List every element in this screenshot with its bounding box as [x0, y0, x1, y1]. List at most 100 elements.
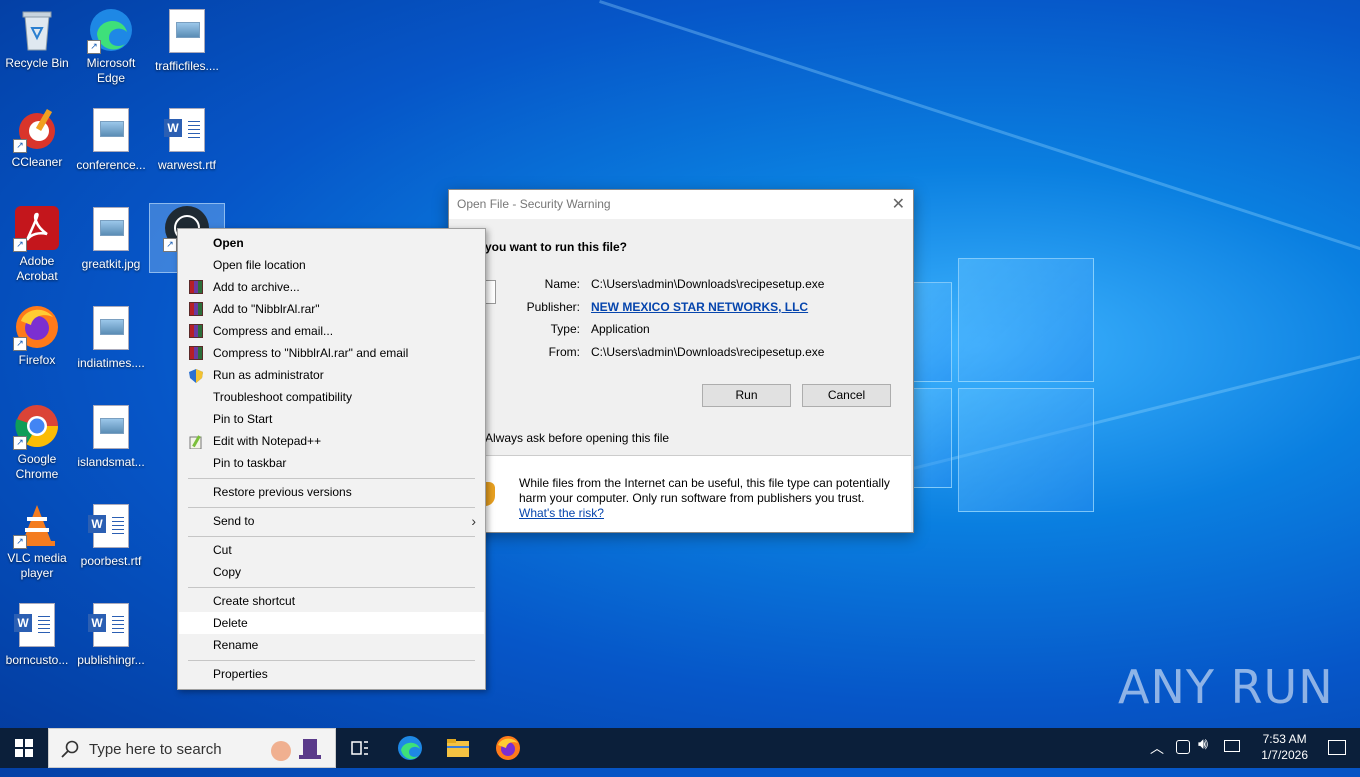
show-hidden-icons-chevron-up-icon[interactable]: ︿ — [1150, 738, 1164, 758]
shortcut-arrow-icon: ↗ — [13, 337, 27, 351]
menu-separator — [188, 587, 475, 588]
word-document-icon: W — [87, 504, 135, 552]
desktop-icon-recycle-bin[interactable]: Recycle Bin — [0, 6, 74, 71]
menu-item-label: Troubleshoot compatibility — [213, 390, 352, 404]
menu-item-pin-to-taskbar[interactable]: Pin to taskbar — [179, 452, 484, 474]
desktop-icon-trafficfiles[interactable]: trafficfiles.... — [150, 6, 224, 74]
close-icon[interactable]: ✕ — [892, 190, 905, 219]
clock-time: 7:53 AM — [1262, 732, 1307, 746]
always-ask-label: Always ask before opening this file — [485, 431, 670, 445]
desktop-icon-label: borncusto... — [5, 653, 69, 667]
start-button[interactable] — [0, 728, 48, 768]
desktop-icon-firefox[interactable]: ↗ Firefox — [0, 303, 74, 368]
name-label: Name: — [544, 277, 580, 291]
menu-item-label: Delete — [213, 616, 248, 630]
menu-item-label: Open — [213, 236, 244, 250]
shortcut-arrow-icon: ↗ — [13, 238, 27, 252]
menu-item-label: Edit with Notepad++ — [213, 434, 322, 448]
uac-shield-icon — [189, 368, 203, 383]
desktop-icon-label: VLC media player — [7, 551, 67, 580]
menu-item-create-shortcut[interactable]: Create shortcut — [179, 590, 484, 612]
menu-item-label: Pin to Start — [213, 412, 273, 426]
menu-item-open[interactable]: Open — [179, 232, 484, 254]
taskbar-search-box[interactable]: Type here to search — [48, 728, 336, 768]
menu-item-label: Properties — [213, 667, 268, 681]
menu-item-restore-previous-versions[interactable]: Restore previous versions — [179, 481, 484, 503]
menu-item-add-to-rar[interactable]: Add to "NibblrAl.rar" — [179, 298, 484, 320]
network-icon[interactable] — [1176, 740, 1190, 754]
windows-logo-pane — [958, 258, 1094, 382]
menu-item-edit-with-notepad[interactable]: Edit with Notepad++ — [179, 430, 484, 452]
search-highlight-illustration — [263, 733, 333, 765]
type-label: Type: — [550, 322, 580, 336]
windows-logo-pane — [912, 282, 952, 382]
taskbar-clock[interactable]: 7:53 AM 1/7/2026 — [1261, 731, 1308, 763]
type-row: Type: Application — [449, 322, 909, 338]
chrome-icon: ↗ — [13, 402, 61, 450]
always-ask-checkbox[interactable]: Always ask before opening this file — [485, 431, 669, 445]
desktop-icon-edge[interactable]: ↗ Microsoft Edge — [74, 6, 148, 86]
menu-item-rename[interactable]: Rename — [179, 634, 484, 656]
desktop-icon-adobe-acrobat[interactable]: ↗ Adobe Acrobat — [0, 204, 74, 284]
search-placeholder: Type here to search — [89, 741, 222, 758]
context-menu: Open Open file location Add to archive..… — [177, 228, 486, 690]
cancel-button[interactable]: Cancel — [802, 384, 891, 407]
menu-item-troubleshoot-compatibility[interactable]: Troubleshoot compatibility — [179, 386, 484, 408]
dialog-title: Open File - Security Warning — [457, 197, 611, 211]
desktop-icon-warwest[interactable]: W warwest.rtf — [150, 105, 224, 173]
menu-item-pin-to-start[interactable]: Pin to Start — [179, 408, 484, 430]
menu-item-copy[interactable]: Copy — [179, 561, 484, 583]
desktop-icon-ccleaner[interactable]: ↗ CCleaner — [0, 105, 74, 170]
publisher-link[interactable]: NEW MEXICO STAR NETWORKS, LLC — [591, 300, 808, 314]
chevron-right-icon: › — [471, 513, 476, 529]
dialog-titlebar[interactable]: Open File - Security Warning ✕ — [449, 190, 913, 219]
desktop-icon-label: greatkit.jpg — [81, 257, 141, 271]
menu-item-run-as-administrator[interactable]: Run as administrator — [179, 364, 484, 386]
volume-icon[interactable]: 🔊︎ — [1198, 736, 1208, 754]
desktop-icon-label: indiatimes.... — [77, 356, 145, 370]
menu-item-label: Send to — [213, 514, 255, 528]
desktop-icon-poorbest[interactable]: W poorbest.rtf — [74, 501, 148, 569]
menu-item-label: Pin to taskbar — [213, 456, 287, 470]
desktop-icon-indiatimes[interactable]: indiatimes.... — [74, 303, 148, 371]
menu-item-cut[interactable]: Cut — [179, 539, 484, 561]
taskbar-firefox-button[interactable] — [484, 728, 532, 768]
whats-the-risk-link[interactable]: What's the risk? — [519, 506, 604, 520]
desktop-icon-google-chrome[interactable]: ↗ Google Chrome — [0, 402, 74, 482]
menu-item-delete[interactable]: Delete — [179, 612, 484, 634]
desktop-icon-conference[interactable]: conference... — [74, 105, 148, 173]
menu-item-label: Rename — [213, 638, 259, 652]
menu-separator — [188, 507, 475, 508]
folder-icon — [447, 739, 469, 757]
menu-item-properties[interactable]: Properties — [179, 663, 484, 685]
menu-item-label: Open file location — [213, 258, 306, 272]
taskbar-file-explorer-button[interactable] — [434, 728, 482, 768]
shortcut-arrow-icon: ↗ — [163, 238, 177, 252]
desktop-icon-greatkit[interactable]: greatkit.jpg — [74, 204, 148, 272]
display-icon[interactable] — [1224, 740, 1240, 752]
desktop-icon-publishingr[interactable]: W publishingr... — [74, 600, 148, 668]
menu-item-compress-and-email[interactable]: Compress and email... — [179, 320, 484, 342]
taskbar-edge-button[interactable] — [386, 728, 434, 768]
task-view-button[interactable] — [336, 728, 384, 768]
run-button[interactable]: Run — [702, 384, 791, 407]
image-file-icon — [87, 306, 135, 354]
recycle-bin-icon — [13, 6, 61, 54]
menu-item-label: Copy — [213, 565, 242, 579]
menu-item-open-file-location[interactable]: Open file location — [179, 254, 484, 276]
search-icon — [61, 740, 79, 758]
menu-item-label: Cut — [213, 543, 232, 557]
shortcut-arrow-icon: ↗ — [13, 436, 27, 450]
menu-item-add-to-archive[interactable]: Add to archive... — [179, 276, 484, 298]
desktop-icon-islandsmat[interactable]: islandsmat... — [74, 402, 148, 470]
menu-item-compress-rar-and-email[interactable]: Compress to "NibblrAl.rar" and email — [179, 342, 484, 364]
notification-center-button[interactable] — [1328, 740, 1346, 755]
shortcut-arrow-icon: ↗ — [87, 40, 101, 54]
desktop-icon-borncusto[interactable]: W borncusto... — [0, 600, 74, 668]
desktop-icon-vlc[interactable]: ↗ VLC media player — [0, 501, 74, 581]
acrobat-icon: ↗ — [13, 204, 61, 252]
security-warning-dialog: Open File - Security Warning ✕ you want … — [448, 189, 914, 533]
menu-item-label: Run as administrator — [213, 368, 324, 382]
menu-item-send-to[interactable]: Send to › — [179, 510, 484, 532]
windows-logo-pane — [912, 388, 952, 488]
